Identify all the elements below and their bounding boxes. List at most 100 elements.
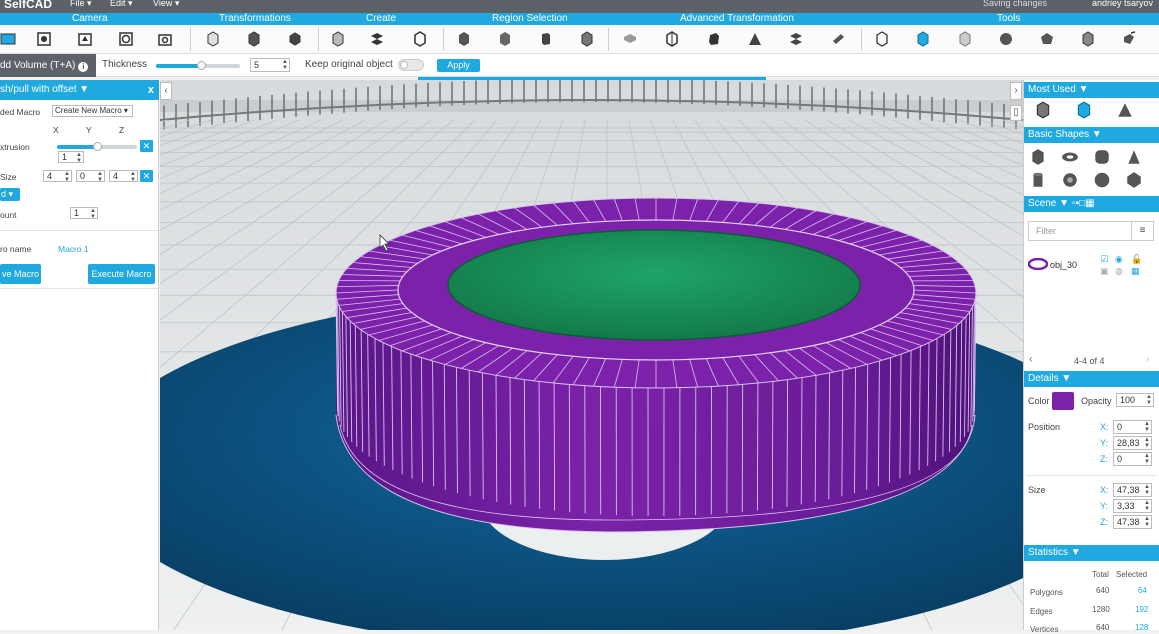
extrusion-slider[interactable] bbox=[57, 145, 137, 149]
box-shape-icon[interactable] bbox=[1029, 148, 1047, 166]
simplify-tool-icon[interactable] bbox=[1078, 29, 1098, 49]
save-macro-button[interactable]: ve Macro bbox=[0, 264, 41, 284]
cube-icon[interactable] bbox=[1034, 101, 1052, 119]
rotate-tool-icon[interactable] bbox=[244, 29, 264, 49]
add-volume-icon[interactable] bbox=[913, 29, 933, 49]
macro-select[interactable]: Create New Macro ▾ bbox=[52, 105, 133, 117]
reset-size-button[interactable]: ✕ bbox=[140, 170, 153, 182]
cylinder-shape-icon[interactable] bbox=[1029, 171, 1047, 189]
select-object-icon[interactable] bbox=[577, 29, 597, 49]
position-z-input[interactable]: 0▲▼ bbox=[1113, 452, 1152, 466]
select-edge-icon[interactable] bbox=[495, 29, 515, 49]
remesh-tool-icon[interactable] bbox=[1037, 29, 1057, 49]
create-sketch-icon[interactable] bbox=[367, 29, 387, 49]
statistics-header[interactable]: Statistics ▼ bbox=[1024, 545, 1159, 561]
size-x-input[interactable]: 4▲▼ bbox=[43, 170, 72, 182]
apply-button[interactable]: Apply bbox=[437, 59, 480, 72]
object-select-checkbox-icon[interactable]: ☑ bbox=[1100, 254, 1108, 265]
sphere-shape-icon[interactable] bbox=[1093, 171, 1111, 189]
fill-tool-icon[interactable] bbox=[620, 29, 640, 49]
details-header[interactable]: Details ▼ bbox=[1024, 371, 1159, 387]
scale-tool-icon[interactable] bbox=[285, 29, 305, 49]
scene-object-item[interactable]: obj_30 ☑ ◉ 🔓 ▣ ◍ ▦ bbox=[1026, 252, 1157, 278]
add-volume-icon[interactable] bbox=[1075, 101, 1093, 119]
viewport-menu-icon[interactable]: ▯ bbox=[1010, 105, 1022, 121]
menu-file[interactable]: File ▾ bbox=[70, 0, 92, 9]
slider-handle[interactable] bbox=[93, 142, 102, 151]
solidify-icon[interactable] bbox=[955, 29, 975, 49]
create-3d-text-icon[interactable] bbox=[410, 29, 430, 49]
object-lock-icon[interactable]: 🔓 bbox=[1131, 254, 1142, 265]
close-icon[interactable]: x bbox=[148, 80, 154, 100]
position-y-input[interactable]: 28,83▲▼ bbox=[1113, 436, 1152, 450]
size-y-label: Y: bbox=[1100, 501, 1108, 511]
size-y-input[interactable]: 3,33▲▼ bbox=[1113, 499, 1152, 513]
color-swatch[interactable] bbox=[1052, 392, 1074, 410]
menu-view[interactable]: View ▾ bbox=[153, 0, 179, 9]
position-x-input[interactable]: 0▲▼ bbox=[1113, 420, 1152, 434]
info-icon[interactable]: i bbox=[78, 62, 88, 72]
object-visibility-eye-icon[interactable]: ◉ bbox=[1115, 254, 1123, 265]
camera-tool-icon[interactable] bbox=[0, 29, 18, 49]
pager-next-icon[interactable]: › bbox=[1146, 354, 1149, 365]
object-shading-icon[interactable]: ◍ bbox=[1115, 266, 1123, 277]
polyhedron-shape-icon[interactable] bbox=[1125, 171, 1143, 189]
user-name[interactable]: andriey tsaryov bbox=[1092, 0, 1153, 8]
size-z-input[interactable]: 4▲▼ bbox=[109, 170, 138, 182]
select-vertex-icon[interactable] bbox=[454, 29, 474, 49]
move-tool-icon[interactable] bbox=[203, 29, 223, 49]
right-sidebar: Most Used ▼ Basic Shapes ▼ Scene ▼ ▫▪□▦ … bbox=[1023, 80, 1159, 630]
bevel-tool-icon[interactable] bbox=[704, 29, 724, 49]
collapse-left-panel-icon[interactable]: ‹ bbox=[160, 82, 172, 100]
cone-icon[interactable] bbox=[1116, 101, 1134, 119]
opacity-input[interactable]: 100▲▼ bbox=[1116, 393, 1154, 407]
cone-shape-icon[interactable] bbox=[1125, 148, 1143, 166]
object-export-icon[interactable]: ▣ bbox=[1100, 266, 1109, 277]
toolbar-separator bbox=[443, 28, 444, 51]
keep-original-toggle[interactable] bbox=[398, 59, 424, 71]
spinner-arrows-icon[interactable]: ▲▼ bbox=[282, 59, 288, 71]
count-input[interactable]: 1▲▼ bbox=[70, 207, 98, 219]
torus-shape-icon[interactable] bbox=[1061, 148, 1079, 166]
pager-prev-icon[interactable]: ‹ bbox=[1029, 354, 1032, 365]
most-used-header[interactable]: Most Used ▼ bbox=[1024, 82, 1159, 98]
extrusion-input[interactable]: 1▲▼ bbox=[58, 151, 84, 163]
execute-macro-button[interactable]: Execute Macro bbox=[88, 264, 155, 284]
size-x-input[interactable]: 47,38▲▼ bbox=[1113, 483, 1152, 497]
bend-tool-icon[interactable] bbox=[828, 29, 848, 49]
section-advanced-transformation: Advanced Transformation bbox=[680, 13, 794, 25]
basic-shapes-header[interactable]: Basic Shapes ▼ bbox=[1024, 127, 1159, 143]
camera-snapshot-icon[interactable] bbox=[155, 29, 175, 49]
filter-input[interactable]: Filter bbox=[1036, 226, 1056, 236]
mirror-tool-icon[interactable] bbox=[662, 29, 682, 49]
collapse-right-panel-icon[interactable]: › bbox=[1010, 82, 1022, 100]
create-shape-icon[interactable] bbox=[328, 29, 348, 49]
size-z-input[interactable]: 47,38▲▼ bbox=[1113, 515, 1152, 529]
stat-selected: 192 bbox=[1135, 605, 1148, 614]
select-face-icon[interactable] bbox=[536, 29, 556, 49]
macro-name-value[interactable]: Macro 1 bbox=[58, 244, 89, 254]
knot-shape-icon[interactable] bbox=[1061, 171, 1079, 189]
rounded-box-icon[interactable] bbox=[1093, 148, 1111, 166]
stitch-tool-icon[interactable] bbox=[872, 29, 892, 49]
slider-handle[interactable] bbox=[197, 61, 206, 70]
scene-pager: 4-4 of 4 bbox=[1074, 356, 1105, 366]
slice-tool-icon[interactable] bbox=[1119, 29, 1139, 49]
reset-extrusion-button[interactable]: ✕ bbox=[140, 140, 153, 152]
3d-viewport[interactable]: ‹ › ▯ bbox=[160, 80, 1023, 630]
thickness-input[interactable]: 5▲▼ bbox=[250, 58, 290, 72]
size-y-input[interactable]: 0▲▼ bbox=[76, 170, 105, 182]
mode-dropdown[interactable]: d ▾ bbox=[0, 188, 20, 201]
filter-icon[interactable]: ≡ bbox=[1131, 222, 1153, 240]
twist-tool-icon[interactable] bbox=[786, 29, 806, 49]
zoom-fit-icon[interactable] bbox=[34, 29, 54, 49]
object-group-icon[interactable]: ▦ bbox=[1131, 266, 1140, 277]
menu-edit[interactable]: Edit ▾ bbox=[110, 0, 133, 9]
thickness-slider[interactable] bbox=[156, 64, 240, 68]
camera-rotate-icon[interactable] bbox=[116, 29, 136, 49]
app-logo[interactable]: SelfCAD bbox=[4, 0, 52, 11]
sculpt-tool-icon[interactable] bbox=[996, 29, 1016, 49]
scene-view-toggle-icon[interactable]: ▫▪□▦ bbox=[1072, 196, 1095, 212]
camera-pan-icon[interactable] bbox=[75, 29, 95, 49]
taper-tool-icon[interactable] bbox=[745, 29, 765, 49]
